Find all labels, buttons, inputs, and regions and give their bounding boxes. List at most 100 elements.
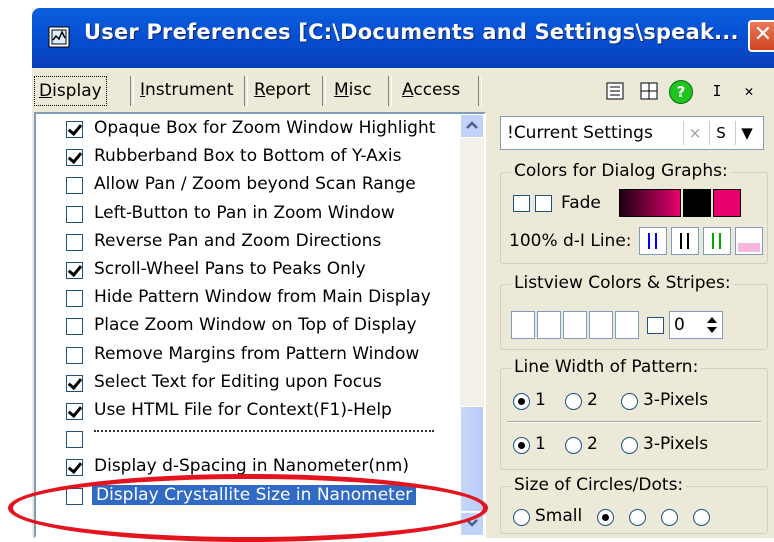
option-checkbox[interactable]: [66, 262, 83, 279]
line-width-b-2-label: 2: [587, 434, 598, 454]
line-width-b-1-radio[interactable]: [513, 437, 530, 454]
option-row[interactable]: Opaque Box for Zoom Window Highlight: [36, 116, 456, 143]
circle-size-4-radio[interactable]: [661, 509, 678, 526]
line-width-title: Line Width of Pattern:: [511, 357, 702, 377]
option-checkbox[interactable]: [66, 459, 83, 477]
tab-access-accesskey: A: [402, 80, 414, 100]
tab-separator: [388, 76, 392, 106]
delete-settings-button[interactable]: ×: [683, 121, 706, 145]
tab-display-accesskey: D: [39, 81, 53, 101]
option-label: Left-Button to Pan in Zoom Window: [94, 202, 395, 223]
stripe-color-1[interactable]: [511, 311, 535, 339]
line-width-b-3-radio[interactable]: [621, 437, 638, 454]
settings-dropdown-button[interactable]: ▼: [735, 121, 758, 145]
scroll-up-button[interactable]: [460, 114, 484, 138]
option-label: Select Text for Editing upon Focus: [94, 371, 382, 392]
circle-small-radio[interactable]: [513, 509, 530, 526]
fade-label: Fade: [561, 193, 601, 213]
help-button[interactable]: ?: [668, 78, 694, 104]
stripes-spinner-value: 0: [674, 315, 685, 335]
title-bar[interactable]: User Preferences [C:\Documents and Setti…: [32, 8, 774, 68]
fade-color-swatch[interactable]: [619, 189, 681, 217]
option-row[interactable]: Rubberband Box to Bottom of Y-Axis: [36, 144, 456, 171]
stripe-color-4[interactable]: [589, 311, 613, 339]
blue-lines-icon[interactable]: [639, 227, 667, 255]
line-width-2-radio[interactable]: [565, 393, 582, 410]
green-lines-icon[interactable]: [703, 227, 731, 255]
line-width-3-radio[interactable]: [621, 393, 638, 410]
option-row[interactable]: Use HTML File for Context(F1)-Help: [36, 398, 456, 425]
stripes-checkbox[interactable]: [647, 317, 664, 334]
black-lines-icon[interactable]: [671, 227, 699, 255]
accent-color-swatch[interactable]: [713, 189, 741, 217]
option-checkbox[interactable]: [66, 149, 83, 167]
tab-report[interactable]: Report: [254, 74, 310, 106]
option-label: Remove Margins from Pattern Window: [94, 343, 420, 364]
stripe-color-2[interactable]: [537, 311, 561, 339]
fade-checkbox[interactable]: [535, 195, 552, 212]
stripes-spinner[interactable]: 0: [669, 311, 723, 339]
tab-instrument[interactable]: Instrument: [140, 74, 234, 106]
list-separator-row[interactable]: [36, 426, 456, 453]
option-checkbox[interactable]: [66, 374, 83, 392]
option-row[interactable]: Scroll-Wheel Pans to Peaks Only: [36, 257, 456, 284]
spinner-arrows-icon[interactable]: [706, 316, 718, 334]
window-close-button[interactable]: ✕: [748, 20, 774, 52]
option-checkbox[interactable]: [66, 205, 83, 223]
stripe-color-5[interactable]: [615, 311, 639, 339]
option-label: Opaque Box for Zoom Window Highlight: [94, 118, 436, 138]
dl-line-label: 100% d-I Line:: [509, 231, 632, 251]
tab-access[interactable]: Access: [402, 74, 460, 106]
stripe-color-3[interactable]: [563, 311, 587, 339]
tab-display[interactable]: Display: [34, 76, 107, 106]
option-checkbox[interactable]: [66, 318, 83, 336]
tab-misc-accesskey: M: [334, 80, 349, 100]
circle-size-group: Size of Circles/Dots: Small: [500, 475, 768, 534]
option-checkbox[interactable]: [66, 121, 83, 138]
grid-view-button[interactable]: [636, 78, 662, 104]
dialog-colors-checkbox-1[interactable]: [513, 195, 530, 212]
close-panel-button[interactable]: ✕: [736, 78, 762, 104]
background-color-swatch[interactable]: [683, 189, 711, 217]
option-checkbox[interactable]: [66, 290, 83, 308]
info-button[interactable]: I: [704, 78, 730, 104]
option-row[interactable]: Remove Margins from Pattern Window: [36, 342, 456, 369]
option-label: Allow Pan / Zoom beyond Scan Range: [94, 174, 416, 195]
option-row[interactable]: Place Zoom Window on Top of Display: [36, 313, 456, 340]
circle-size-5-radio[interactable]: [693, 509, 710, 526]
option-label: Hide Pattern Window from Main Display: [94, 287, 431, 308]
option-label: Rubberband Box to Bottom of Y-Axis: [94, 146, 402, 167]
option-row[interactable]: Left-Button to Pan in Zoom Window: [36, 201, 456, 228]
line-width-1-label: 1: [535, 390, 546, 410]
tab-misc[interactable]: Misc: [334, 74, 372, 106]
option-row[interactable]: Hide Pattern Window from Main Display: [36, 285, 456, 312]
option-row[interactable]: Reverse Pan and Zoom Directions: [36, 229, 456, 256]
tab-separator: [244, 76, 248, 106]
settings-combo[interactable]: !Current Settings × S ▼: [500, 116, 764, 150]
option-checkbox[interactable]: [66, 431, 83, 449]
tab-misc-label: isc: [348, 80, 372, 100]
tab-instrument-label: nstrument: [145, 80, 234, 100]
option-label: Place Zoom Window on Top of Display: [94, 315, 417, 336]
listview-colors-group: Listview Colors & Stripes: 0: [500, 273, 768, 350]
group-divider: [507, 421, 761, 423]
circle-size-2-radio[interactable]: [597, 509, 614, 526]
option-row[interactable]: Select Text for Editing upon Focus: [36, 370, 456, 397]
dialog-colors-group: Colors for Dialog Graphs: Fade 100% d-I …: [500, 161, 768, 264]
line-width-1-radio[interactable]: [513, 393, 530, 410]
pink-fill-icon[interactable]: [735, 227, 763, 255]
option-row[interactable]: Allow Pan / Zoom beyond Scan Range: [36, 172, 456, 199]
option-checkbox[interactable]: [66, 233, 83, 251]
circle-size-3-radio[interactable]: [629, 509, 646, 526]
highlight-ellipse: [8, 474, 488, 542]
save-settings-button[interactable]: S: [709, 121, 732, 145]
line-width-b-2-radio[interactable]: [565, 437, 582, 454]
option-checkbox[interactable]: [66, 403, 83, 420]
option-checkbox[interactable]: [66, 346, 83, 364]
form-view-button[interactable]: [602, 78, 628, 104]
tab-display-label: isplay: [52, 81, 102, 101]
line-width-2-label: 2: [587, 390, 598, 410]
vertical-scrollbar[interactable]: [460, 114, 484, 536]
option-checkbox[interactable]: [66, 177, 83, 195]
line-width-b-3-label: 3-Pixels: [643, 434, 709, 454]
